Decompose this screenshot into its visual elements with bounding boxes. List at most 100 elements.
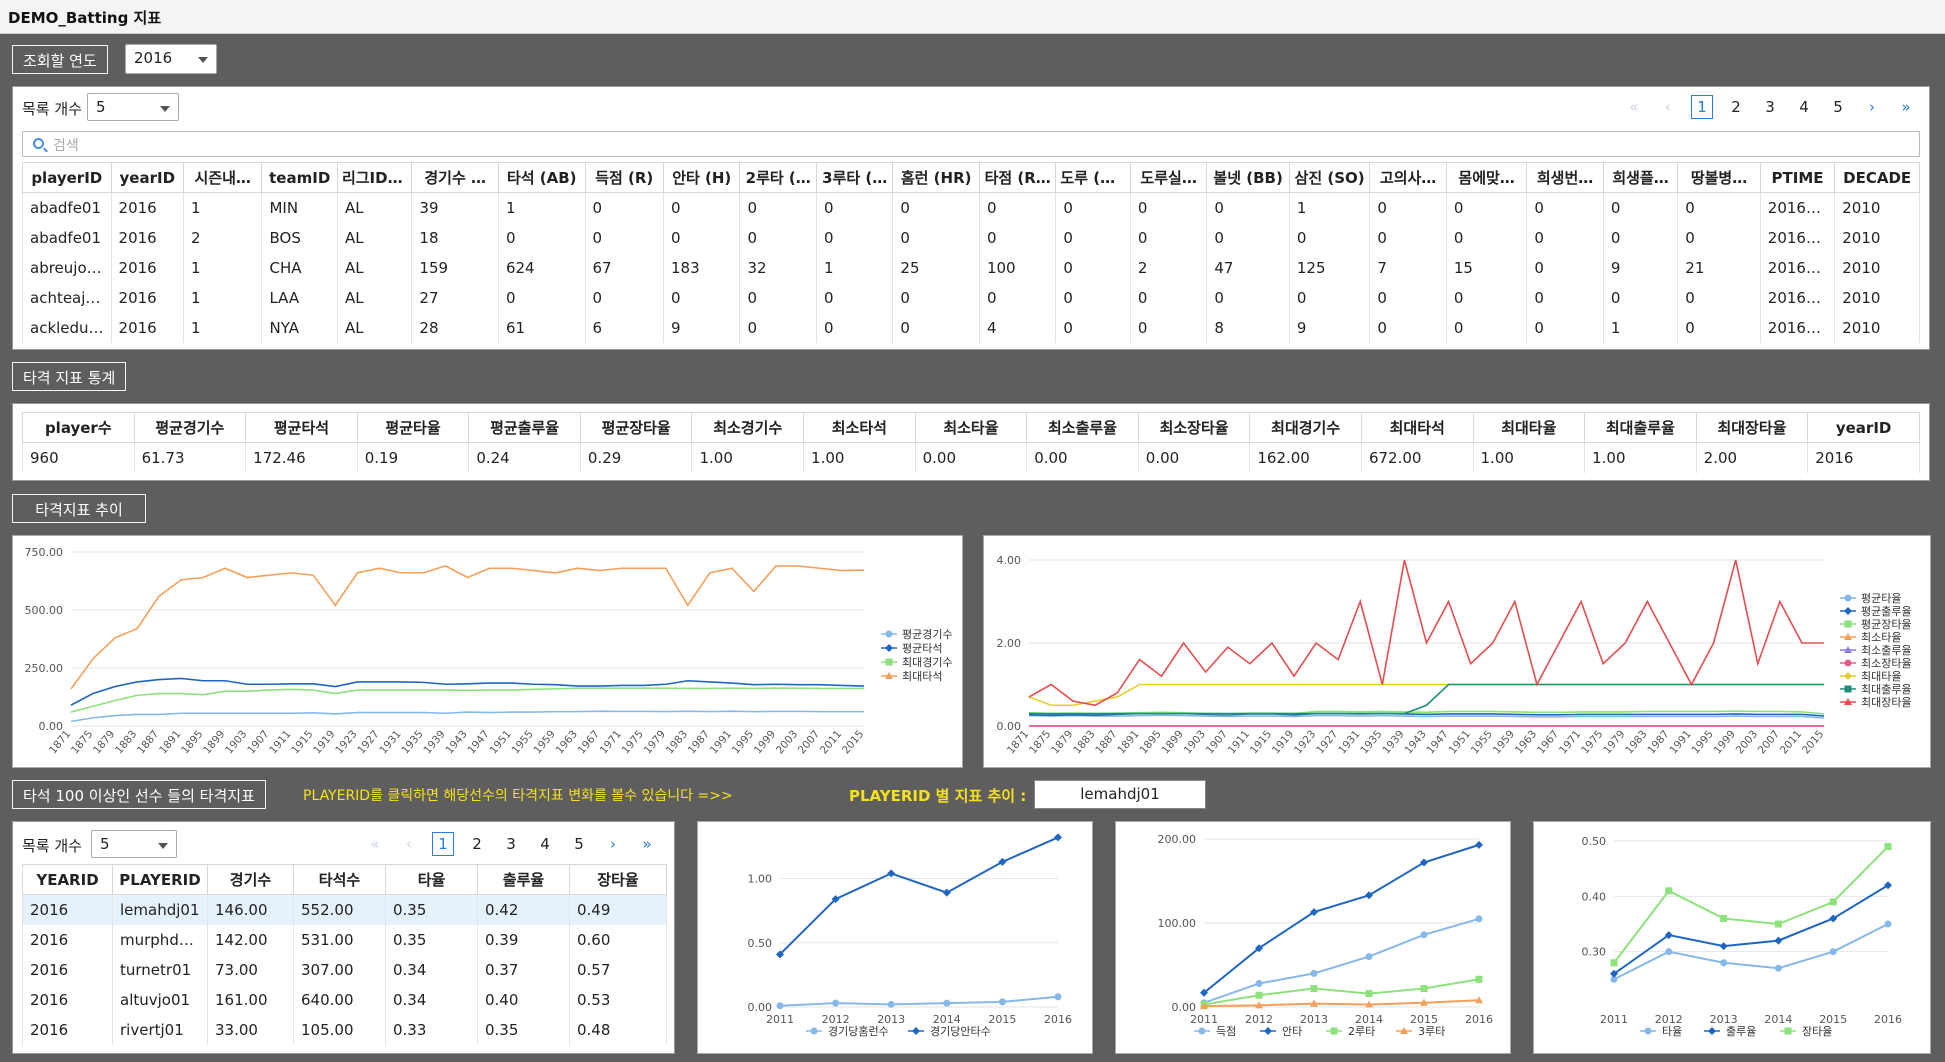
table-row[interactable]: abadfe01 2016 2 BOS AL 18 0 0 0 0 0 0 0 0 0 0 0 0 0 0 0 0 2016… [22,222,1920,253]
year-select[interactable]: 2016 [125,44,217,74]
data-point [887,1000,895,1008]
player-row[interactable]: 2016 rivertj01 33.00 105.00 0.33 0.35 0.48 [22,1014,667,1045]
player-row[interactable]: 2016 lemahdj01 146.00 552.00 0.35 0.42 0.49 [22,894,667,925]
page-2[interactable]: 2 [1719,98,1753,116]
page-1[interactable]: 1 [1691,95,1713,119]
page-1[interactable]: 1 [432,832,454,856]
page-4[interactable]: 4 [528,835,562,853]
player-id-cell[interactable]: altuvjo01 [112,984,208,1015]
column-header[interactable]: 도루실… [1129,162,1208,193]
table-cell: 0 [1055,222,1131,253]
next-page-icon[interactable]: › [1855,98,1889,116]
column-header[interactable]: 땅볼병… [1677,162,1761,193]
x-tick-label: 1963 [554,728,580,756]
page-2[interactable]: 2 [460,835,494,853]
table-cell: 0.42 [477,894,570,925]
table-cell: 8 [1206,312,1290,343]
column-header[interactable]: PTIME [1759,162,1836,193]
column-header[interactable]: 3루타 (… [815,162,894,193]
x-tick-label: 1923 [333,728,359,756]
table-row[interactable]: achteaj01 2016 1 LAA AL 27 0 0 0 0 0 0 0 0 0 0 0 0 0 0 0 0 201… [22,282,1920,313]
data-point [1054,833,1062,842]
chevron-down-icon [198,57,208,63]
x-tick-label: 1883 [113,728,139,756]
x-tick-label: 1927 [355,728,381,756]
data-point [1255,991,1263,999]
page-4[interactable]: 4 [1787,98,1821,116]
player-row[interactable]: 2016 altuvjo01 161.00 640.00 0.34 0.40 0.53 [22,984,667,1015]
data-point [1365,990,1373,998]
prev-page-icon[interactable]: ‹ [392,835,426,853]
column-header[interactable]: DECADE [1834,162,1920,193]
legend-marker [1844,607,1852,615]
column-header[interactable]: 2루타 (… [739,162,817,193]
table-cell: 0 [1055,192,1131,223]
page-5[interactable]: 5 [562,835,596,853]
column-header[interactable]: playerID [22,162,112,193]
player-column-header[interactable]: PLAYERID [112,864,208,895]
player-id-field[interactable]: lemahdj01 [1034,780,1206,809]
column-header[interactable]: 몸에맞… [1445,162,1528,193]
player-table: YEARID PLAYERID 경기수 타석수 타율 출루율 장타율 2016 lemahdj… [22,864,667,1045]
player-chart-3-panel: 0.30 0.40 0.50 2011 2012 2013 2014 2015 2016 타율 출루… [1533,821,1931,1054]
player-column-header[interactable]: 출루율 [477,864,570,895]
column-header[interactable]: 경기수 … [411,162,499,193]
player-row[interactable]: 2016 turnetr01 73.00 307.00 0.34 0.37 0.57 [22,954,667,985]
player-column-header[interactable]: 타율 [385,864,478,895]
player-id-cell[interactable]: lemahdj01 [112,894,208,925]
column-header[interactable]: 홈런 (HR) [892,162,980,193]
stats-column-header: 최대장타율 [1695,412,1809,443]
table-row[interactable]: ackledu… 2016 1 NYA AL 28 61 6 9 0 0 0 4 0 0 8 9 0 0 0 1 0 201… [22,312,1920,343]
player-id-cell[interactable]: turnetr01 [112,954,208,985]
prev-page-icon[interactable]: ‹ [1651,98,1685,116]
table-cell: AL [336,222,413,253]
next-page-icon[interactable]: › [596,835,630,853]
player-column-header[interactable]: 타석수 [293,864,386,895]
series-line [779,995,1059,1007]
y-tick-label: 0.50 [1582,835,1607,848]
series-평균경기수 [70,710,864,723]
page-3[interactable]: 3 [1753,98,1787,116]
player-column-header[interactable]: 장타율 [569,864,667,895]
x-tick-label: 1979 [642,728,668,756]
x-tick-label: 1943 [443,728,469,756]
table-row[interactable]: abreujo02 2016 1 CHA AL 159 624 67 183 32 1 25 100 0 2… [22,252,1920,283]
table-cell: 2016 [110,282,185,313]
first-page-icon[interactable]: « [1617,98,1651,116]
first-page-icon[interactable]: « [358,835,392,853]
column-header[interactable]: 시즌내… [182,162,263,193]
data-point [1719,942,1728,951]
x-tick-label: 1915 [289,728,315,756]
search-input[interactable]: 검색 [22,131,1920,157]
column-header[interactable]: 타점 (R… [978,162,1057,193]
column-header[interactable]: 리그ID … [336,162,413,193]
list-count-select-2[interactable]: 5 [91,830,177,858]
list-count-select[interactable]: 5 [87,93,179,121]
year-select-value: 2016 [134,49,173,67]
table-row[interactable]: abadfe01 2016 1 MIN AL 39 1 0 0 0 0 0 0 0 0 0 1 0 0 0 0 0 2016… [22,192,1920,223]
column-header[interactable]: 희생플… [1602,162,1679,193]
column-header[interactable]: 득점 (R) [584,162,665,193]
column-header[interactable]: 안타 (H) [662,162,741,193]
player-column-header[interactable]: 경기수 [207,864,294,895]
data-point [1255,979,1263,987]
table-cell: 0 [978,282,1057,313]
column-header[interactable]: 도루 (SB) [1055,162,1131,193]
column-header[interactable]: 희생번… [1526,162,1604,193]
player-id-cell[interactable]: murphd… [112,924,208,955]
table-cell: 0 [815,222,894,253]
column-header[interactable]: 고의사… [1369,162,1447,193]
column-header[interactable]: 볼넷 (BB) [1206,162,1290,193]
page-3[interactable]: 3 [494,835,528,853]
column-header[interactable]: teamID [261,162,338,193]
player-id-cell[interactable]: rivertj01 [112,1014,208,1045]
last-page-icon[interactable]: » [630,835,664,853]
last-page-icon[interactable]: » [1889,98,1923,116]
column-header[interactable]: 타석 (AB) [497,162,586,193]
column-header[interactable]: yearID [110,162,185,193]
player-column-header[interactable]: YEARID [22,864,113,895]
table-cell: 20160… [1759,252,1836,283]
player-row[interactable]: 2016 murphd… 142.00 531.00 0.35 0.39 0.60 [22,924,667,955]
column-header[interactable]: 삼진 (SO) [1288,162,1371,193]
page-5[interactable]: 5 [1821,98,1855,116]
